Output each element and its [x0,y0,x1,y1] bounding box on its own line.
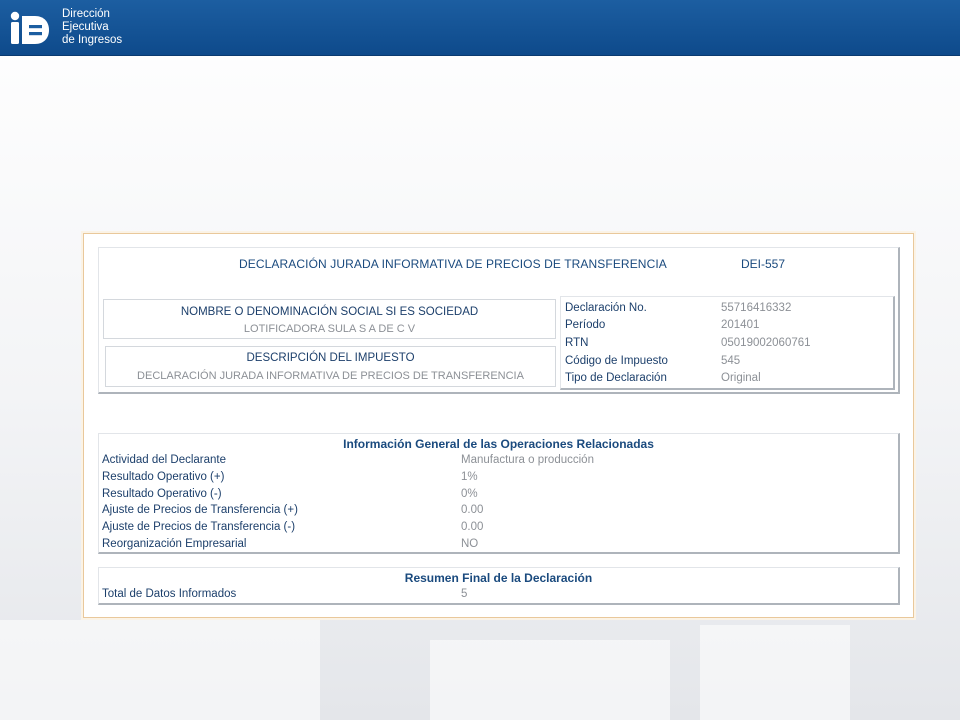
general-info-label: Reorganización Empresarial [102,538,247,550]
general-info-label: Resultado Operativo (+) [102,471,225,483]
meta-label: Tipo de Declaración [565,372,667,384]
general-info-value: 0.00 [461,521,484,533]
tax-description-value: DECLARACIÓN JURADA INFORMATIVA DE PRECIO… [137,370,524,382]
meta-label: Código de Impuesto [565,355,668,367]
taxpayer-name-value: LOTIFICADORA SULA S A DE C V [243,323,416,335]
general-info-label: Ajuste de Precios de Transferencia (-) [102,521,296,533]
general-info-label: Resultado Operativo (-) [102,488,222,500]
background-shape [700,625,850,720]
background-shape [0,620,320,720]
brand-name-line: Dirección [62,8,110,20]
general-info-panel: Información General de las Operaciones R… [98,433,900,554]
summary-panel: Resumen Final de la Declaración Total de… [98,567,900,605]
meta-label: Declaración No. [565,302,647,314]
top-bar: Dirección Ejecutiva de Ingresos [0,0,960,56]
meta-value: 55716416332 [721,302,792,314]
summary-label: Total de Datos Informados [102,588,237,600]
taxpayer-name-box: NOMBRE O DENOMINACIÓN SOCIAL SI ES SOCIE… [103,299,556,339]
summary-row: Total de Datos Informados 5 [102,588,898,604]
general-info-value: Manufactura o producción [461,454,594,466]
form-code: DEI-557 [741,257,786,271]
general-info-label: Ajuste de Precios de Transferencia (+) [102,504,298,516]
declaration-header-panel: DECLARACIÓN JURADA INFORMATIVA DE PRECIO… [98,247,900,394]
general-info-row: Reorganización Empresarial NO [102,538,898,554]
summary-value: 5 [461,588,468,600]
general-info-row: Ajuste de Precios de Transferencia (-) 0… [102,521,898,537]
meta-value: 05019002060761 [721,337,811,349]
general-info-label: Actividad del Declarante [102,454,227,466]
declaration-title: DECLARACIÓN JURADA INFORMATIVA DE PRECIO… [239,257,667,271]
general-info-value: 0.00 [461,504,484,516]
general-info-value: NO [461,538,479,550]
meta-label: Período [565,319,606,331]
tax-description-label: DESCRIPCIÓN DEL IMPUESTO [246,352,415,364]
dei-logo-icon [10,11,49,44]
declaration-meta-panel: Declaración No. 55716416332 Período 2014… [560,296,895,390]
meta-value: 201401 [721,319,760,331]
taxpayer-name-label: NOMBRE O DENOMINACIÓN SOCIAL SI ES SOCIE… [180,306,479,318]
general-info-row: Resultado Operativo (+) 1% [102,471,898,487]
brand-name-line: Ejecutiva [62,21,109,33]
general-info-value: 0% [461,488,478,500]
tax-description-box: DESCRIPCIÓN DEL IMPUESTO DECLARACIÓN JUR… [105,346,556,387]
general-info-row: Actividad del Declarante Manufactura o p… [102,454,898,470]
general-info-title: Información General de las Operaciones R… [343,437,654,451]
meta-value: Original [721,372,761,384]
background-shape [430,640,670,720]
general-info-row: Ajuste de Precios de Transferencia (+) 0… [102,504,898,520]
general-info-value: 1% [461,471,478,483]
summary-title: Resumen Final de la Declaración [404,571,593,585]
declaration-card: DECLARACIÓN JURADA INFORMATIVA DE PRECIO… [83,233,914,618]
meta-label: RTN [565,337,589,349]
meta-value: 545 [721,355,741,367]
general-info-row: Resultado Operativo (-) 0% [102,488,898,504]
brand-name: Dirección Ejecutiva de Ingresos [62,8,122,47]
brand-name-line: de Ingresos [62,34,123,46]
